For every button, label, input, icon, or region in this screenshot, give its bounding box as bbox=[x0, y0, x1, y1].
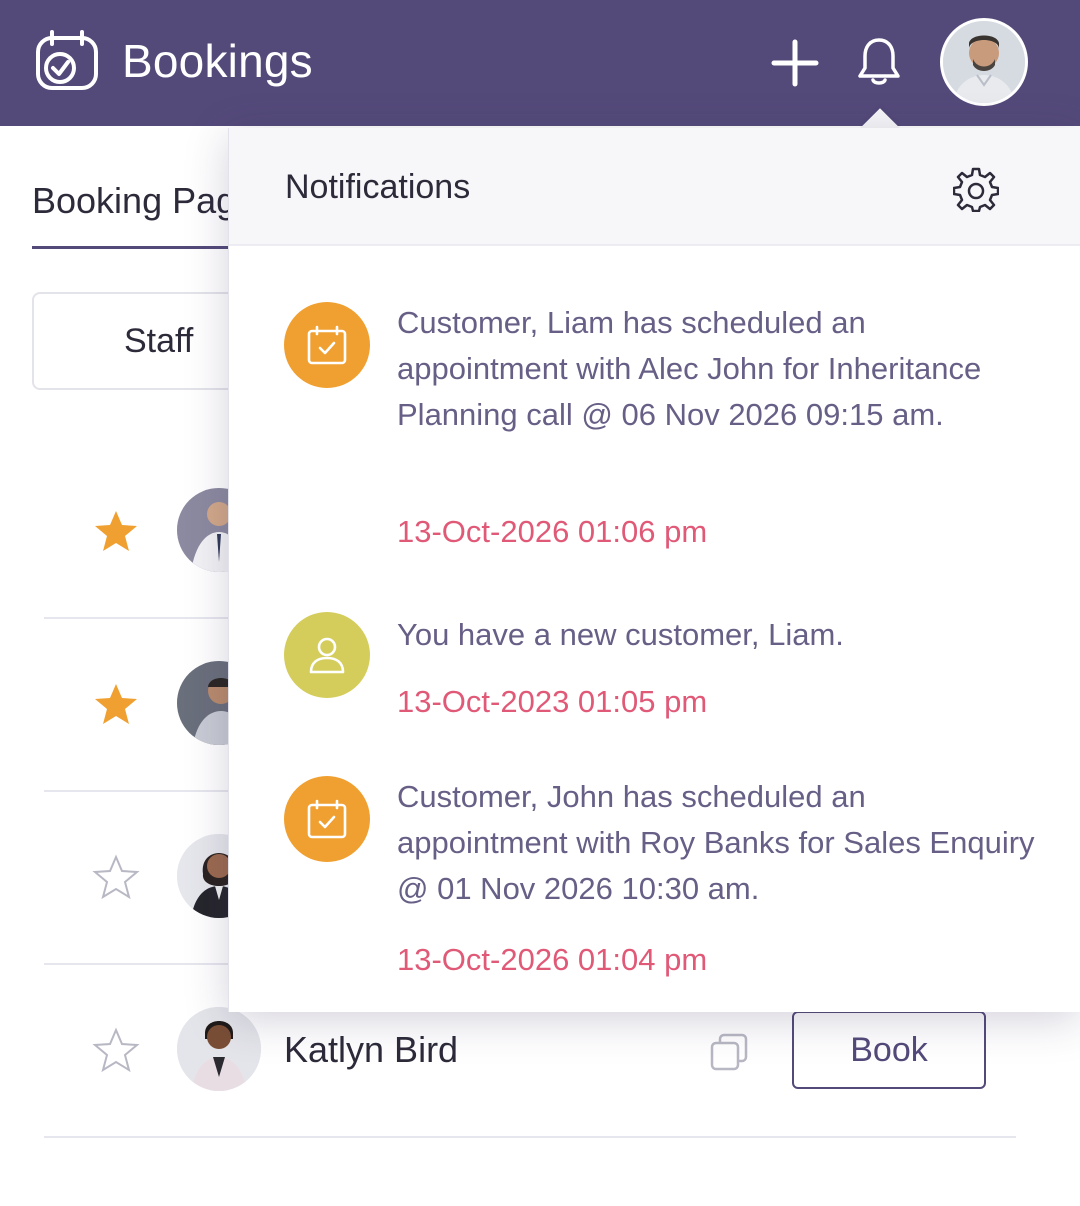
staff-photo bbox=[177, 1007, 261, 1091]
star-filled-icon[interactable] bbox=[92, 508, 140, 556]
notification-time: 13-Oct-2023 01:05 pm bbox=[397, 684, 708, 719]
user-icon bbox=[284, 612, 370, 698]
calendar-check-icon bbox=[284, 302, 370, 388]
notifications-title: Notifications bbox=[285, 168, 471, 206]
notification-text: You have a new customer, Liam. bbox=[397, 617, 844, 652]
tab-booking-pages[interactable]: Booking Pag bbox=[32, 180, 236, 222]
user-avatar-image bbox=[943, 21, 1025, 103]
notifications-panel: Notifications Customer, Liam has schedul… bbox=[228, 128, 1080, 1012]
bell-icon[interactable] bbox=[856, 36, 902, 88]
app-header: Bookings bbox=[0, 0, 1080, 126]
active-tab-indicator bbox=[32, 246, 242, 249]
gear-icon[interactable] bbox=[953, 166, 999, 212]
staff-filter-label: Staff bbox=[124, 322, 194, 360]
notification-text: Customer, John has scheduled an appointm… bbox=[397, 779, 1035, 906]
notification-text: Customer, Liam has scheduled an appointm… bbox=[397, 305, 982, 432]
star-filled-icon[interactable] bbox=[92, 681, 140, 729]
book-button[interactable]: Book bbox=[792, 1011, 986, 1089]
calendar-check-icon bbox=[36, 30, 98, 90]
calendar-check-icon bbox=[284, 776, 370, 862]
plus-icon[interactable] bbox=[770, 38, 820, 88]
app-title: Bookings bbox=[122, 35, 313, 87]
staff-name: Katlyn Bird bbox=[284, 1029, 459, 1070]
notification-time: 13-Oct-2026 01:06 pm bbox=[397, 514, 708, 549]
avatar bbox=[177, 1007, 261, 1091]
copy-icon[interactable] bbox=[708, 1031, 750, 1073]
star-outline-icon[interactable] bbox=[92, 1027, 140, 1075]
user-avatar[interactable] bbox=[940, 18, 1028, 106]
notifications-header: Notifications bbox=[229, 128, 1080, 246]
star-outline-icon[interactable] bbox=[92, 854, 140, 902]
notification-time: 13-Oct-2026 01:04 pm bbox=[397, 942, 708, 977]
